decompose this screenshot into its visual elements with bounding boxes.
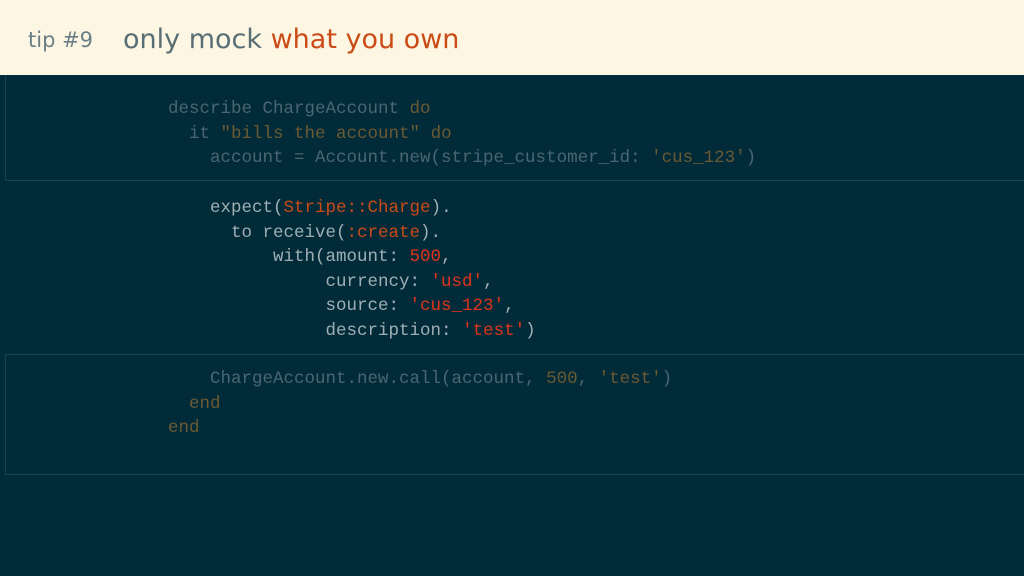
code-line: source: 'cus_123', bbox=[168, 296, 515, 316]
code-line: currency: 'usd', bbox=[168, 271, 494, 292]
code-line: with(amount: 500, bbox=[168, 247, 452, 267]
code-block-top: describe ChargeAccount do it "bills the … bbox=[168, 97, 756, 171]
code-line: it "bills the account" do bbox=[168, 123, 452, 144]
tip-number: tip #9 bbox=[28, 28, 94, 52]
code-block-bottom: ChargeAccount.new.call(account, 500, 'te… bbox=[168, 367, 672, 441]
code-block-highlighted: expect(Stripe::Charge). to receive(:crea… bbox=[168, 196, 536, 343]
title-plain-part: only mock bbox=[123, 24, 271, 55]
slide-header: tip #9 only mock what you own bbox=[0, 0, 1024, 75]
title-accent-part: what you own bbox=[270, 24, 460, 55]
slide-title: only mock what you own bbox=[123, 24, 459, 55]
code-line: to receive(:create). bbox=[168, 222, 442, 243]
code-line: account = Account.new(stripe_customer_id… bbox=[168, 148, 757, 168]
code-line: end bbox=[168, 418, 200, 438]
code-line: description: 'test') bbox=[168, 320, 536, 341]
code-line: ChargeAccount.new.call(account, 500, 'te… bbox=[168, 369, 673, 389]
code-line: expect(Stripe::Charge). bbox=[168, 198, 452, 218]
code-line: end bbox=[168, 393, 221, 414]
code-line: describe ChargeAccount do bbox=[168, 99, 431, 119]
